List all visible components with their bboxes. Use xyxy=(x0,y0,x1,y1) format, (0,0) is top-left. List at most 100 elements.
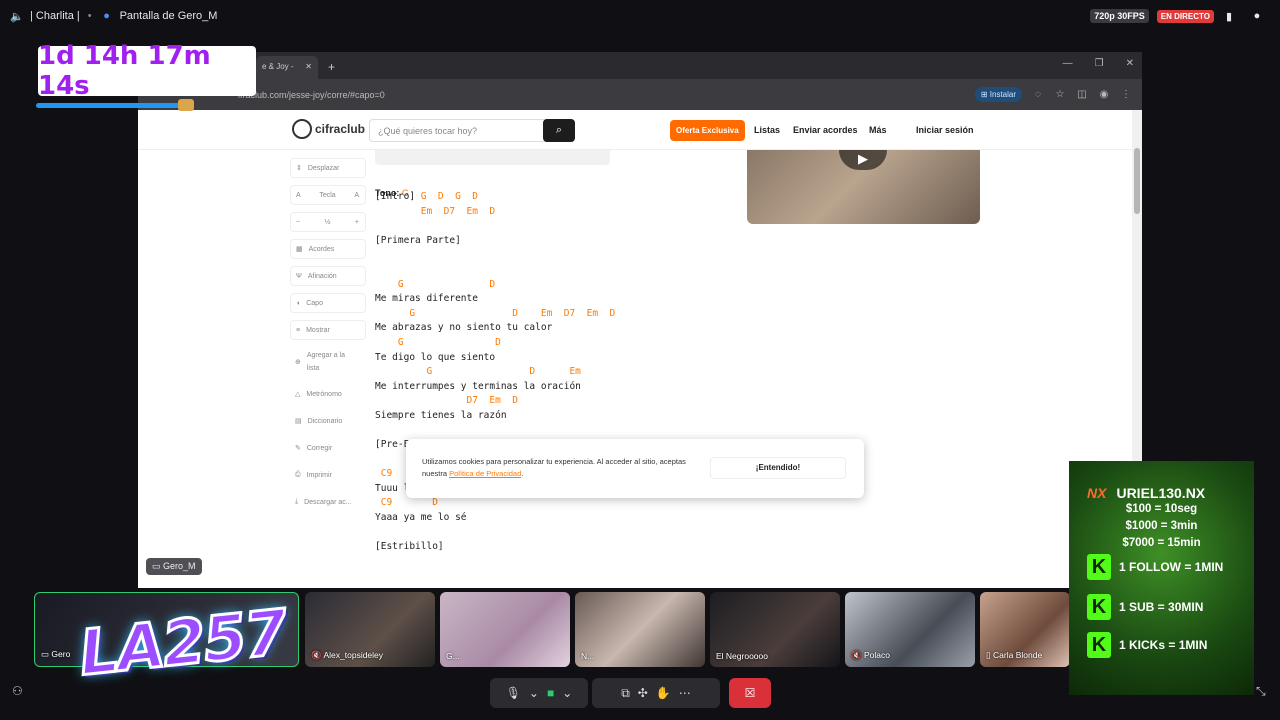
soundboard-icon[interactable]: ✋ xyxy=(656,686,671,700)
disconnect-button[interactable]: ☒ xyxy=(729,678,771,708)
add-user-icon[interactable]: ⚇ xyxy=(12,684,23,698)
chord-line: G D xyxy=(375,278,496,290)
streamer-tag: ▭ Gero_M xyxy=(146,558,202,575)
capo-button[interactable]: ◖ Capo xyxy=(290,293,366,313)
dictionary-button[interactable]: ▤ Diccionario xyxy=(290,411,366,431)
microphone-icon[interactable]: 🎙 xyxy=(506,686,521,700)
nav-listas[interactable]: Listas xyxy=(754,125,780,135)
activities-icon[interactable]: ✣ xyxy=(638,686,648,700)
window-controls: — ❐ ✕ xyxy=(1063,58,1134,69)
tab-active[interactable]: e & Joy - ✕ xyxy=(256,56,318,79)
participant-tile[interactable]: El Negrooooo xyxy=(710,592,840,667)
capo-icon: ◖ xyxy=(296,299,301,307)
play-icon[interactable]: ▶ xyxy=(839,150,887,170)
guitar-icon xyxy=(292,119,312,139)
key-down[interactable]: A xyxy=(296,192,301,199)
cookie-banner: Utilizamos cookies para personalizar tu … xyxy=(406,439,864,498)
chord-sheet: [Intro] G D G D Em D7 Em D [Primera Part… xyxy=(375,190,615,555)
privacy-link[interactable]: Política de Privacidad xyxy=(449,469,521,478)
participant-tile[interactable]: 🔇 Polaco xyxy=(845,592,975,667)
extensions-icon[interactable]: ◫ xyxy=(1076,89,1088,100)
tool-label: Metrónomo xyxy=(306,390,342,398)
camera-icon[interactable]: ■ xyxy=(547,686,554,700)
star-icon[interactable]: ☆ xyxy=(1054,89,1066,100)
print-button[interactable]: ⎙ Imprimir xyxy=(290,465,366,485)
lyric-line: Yaaa ya me lo sé xyxy=(375,512,467,524)
activity-group: ⧉ ✣ ✋ ⋯ xyxy=(592,678,720,708)
donation-panel: NX URIEL130.NX $100 = 10seg $1000 = 3min… xyxy=(1069,461,1254,695)
chat-icon[interactable]: ● xyxy=(1250,10,1264,22)
speaker-icon[interactable]: 🔈 xyxy=(10,10,24,23)
menu-icon[interactable]: ⋮ xyxy=(1120,89,1132,100)
new-tab-button[interactable]: + xyxy=(328,60,335,74)
half-step-control[interactable]: − ½ + xyxy=(290,212,366,232)
metronome-button[interactable]: △ Metrónomo xyxy=(290,384,366,404)
promo-text: 1 FOLLOW = 1MIN xyxy=(1119,560,1224,574)
promo-header: NX URIEL130.NX xyxy=(1087,485,1205,501)
install-label: Instalar xyxy=(989,90,1016,99)
tuning-button[interactable]: Ψ Afinación xyxy=(290,266,366,286)
eye-off-icon[interactable]: ◌ xyxy=(1032,89,1044,100)
more-icon[interactable]: ⋯ xyxy=(679,686,691,700)
participant-name: 🔇 Alex_topsideley xyxy=(311,650,384,660)
correct-button[interactable]: ✎ Corregir xyxy=(290,438,366,458)
participant-tile[interactable]: ▯ Carla Blonde xyxy=(980,592,1070,667)
chevron-down-icon[interactable]: ⌄ xyxy=(562,686,572,700)
lyric-line: [Estribillo] xyxy=(375,541,444,553)
tool-label: ½ xyxy=(324,218,331,226)
participant-tile[interactable]: 🔇 Alex_topsideley xyxy=(305,592,435,667)
minus-button[interactable]: − xyxy=(296,219,300,226)
search-button[interactable]: ⌕ xyxy=(543,119,575,142)
fullscreen-icon[interactable]: ⤡ xyxy=(1256,684,1266,699)
nav-login[interactable]: Iniciar sesión xyxy=(916,125,974,135)
chords-button[interactable]: ▦ Acordes xyxy=(290,239,366,259)
participant-tile[interactable]: N... xyxy=(575,592,705,667)
offer-button[interactable]: Oferta Exclusiva xyxy=(670,120,745,141)
show-button[interactable]: ≡ Mostrar xyxy=(290,320,366,340)
web-page: cifraclub ¿Qué quieres tocar hoy? ⌕ Ofer… xyxy=(138,110,1132,588)
add-to-list-button[interactable]: ⊕ Agregar a la lista xyxy=(290,347,366,377)
live-badge: EN DIRECTO xyxy=(1156,9,1214,23)
lyric-line: Me interrumpes y terminas la oración xyxy=(375,380,581,392)
nav-enviar-acordes[interactable]: Enviar acordes xyxy=(793,125,858,135)
cookie-dot: . xyxy=(521,469,524,478)
participant-tile[interactable]: G... xyxy=(440,592,570,667)
lyric-line: [Primera Parte] xyxy=(375,234,461,246)
pencil-icon: ✎ xyxy=(295,445,301,452)
minimize-icon[interactable]: — xyxy=(1063,58,1073,69)
video-player[interactable]: ▶ xyxy=(747,150,980,224)
chord-line: G D Em xyxy=(375,366,581,378)
logo-text: cifraclub xyxy=(315,122,366,136)
close-window-icon[interactable]: ✕ xyxy=(1126,58,1134,69)
profile-icon[interactable]: ◉ xyxy=(1098,89,1110,100)
share-screen-icon[interactable]: ⧉ xyxy=(621,686,630,701)
restore-icon[interactable]: ❐ xyxy=(1095,58,1104,69)
site-logo[interactable]: cifraclub xyxy=(292,119,365,139)
install-button[interactable]: ⊞ Instalar xyxy=(974,87,1022,102)
download-icon: ⤓ xyxy=(295,498,299,505)
download-button[interactable]: ⤓ Descargar ac... xyxy=(290,492,366,512)
nav-mas[interactable]: Más xyxy=(869,125,887,135)
close-icon[interactable]: ✕ xyxy=(305,62,312,73)
key-up[interactable]: A xyxy=(354,192,359,199)
mic-camera-group: 🎙 ⌄ ■ ⌄ xyxy=(490,678,588,708)
ad-placeholder xyxy=(375,150,610,165)
promo-text: 1 SUB = 30MIN xyxy=(1119,600,1204,614)
scroll-icon: ⇕ xyxy=(296,165,302,172)
url-text[interactable]: ifraclub.com/jesse-joy/corre/#capo=0 xyxy=(238,90,965,100)
bookmark-icon[interactable]: ▮ xyxy=(1222,10,1236,23)
plus-button[interactable]: + xyxy=(355,219,359,226)
key-control[interactable]: A Tecla A xyxy=(290,185,366,205)
tab-title: e & Joy - xyxy=(262,62,294,71)
chevron-down-icon[interactable]: ⌄ xyxy=(529,686,539,700)
accept-cookies-button[interactable]: ¡Entendido! xyxy=(710,457,846,479)
autoscroll-button[interactable]: ⇕ Desplazar xyxy=(290,158,366,178)
avatar: ● xyxy=(103,10,110,22)
site-header: cifraclub ¿Qué quieres tocar hoy? ⌕ Ofer… xyxy=(138,110,1132,150)
scroll-thumb[interactable] xyxy=(1134,148,1140,214)
chord-line: Em D7 Em D xyxy=(375,205,496,217)
add-icon: ⊕ xyxy=(295,359,301,366)
promo-row: K 1 SUB = 30MIN xyxy=(1087,594,1203,620)
chord-line: G D xyxy=(375,336,501,348)
disconnect-icon: ☒ xyxy=(744,686,756,700)
